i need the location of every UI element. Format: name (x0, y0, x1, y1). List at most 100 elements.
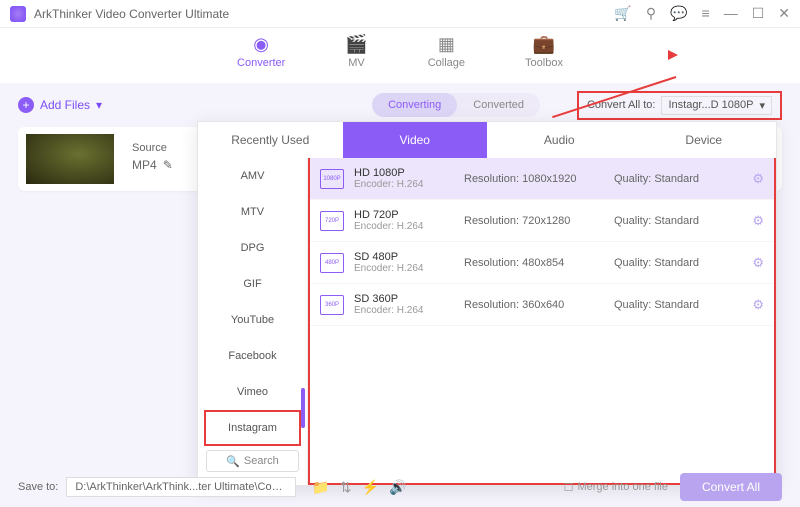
nav-toolbox[interactable]: 💼 Toolbox (525, 34, 563, 83)
sidebar-item-youtube[interactable]: YouTube (204, 302, 301, 338)
app-title: ArkThinker Video Converter Ultimate (34, 7, 229, 21)
add-files-button[interactable]: + Add Files ▾ (18, 97, 102, 113)
format-quality: Quality: Standard (614, 257, 724, 269)
sidebar-item-vimeo[interactable]: Vimeo (204, 374, 301, 410)
toggle-icon[interactable]: ⇅ (340, 479, 352, 496)
format-encoder: Encoder: H.264 (354, 179, 464, 190)
status-tabs: Converting Converted (372, 93, 540, 117)
format-quality: Quality: Standard (614, 299, 724, 311)
tab-video[interactable]: Video (343, 122, 488, 158)
format-encoder: Encoder: H.264 (354, 221, 464, 232)
tab-audio[interactable]: Audio (487, 122, 632, 158)
sidebar-item-mtv[interactable]: MTV (204, 194, 301, 230)
tab-recently-used[interactable]: Recently Used (198, 122, 343, 158)
toolbox-icon: 💼 (533, 34, 555, 55)
gear-icon[interactable]: ⚙ (752, 255, 764, 271)
sidebar-item-gif[interactable]: GIF (204, 266, 301, 302)
format-badge: MP4 (132, 158, 157, 172)
nav-collage[interactable]: ▦ Collage (428, 34, 465, 83)
tab-converted[interactable]: Converted (457, 93, 540, 117)
gear-icon[interactable]: ⚙ (752, 213, 764, 229)
search-icon: 🔍 (226, 455, 240, 468)
resolution-icon: 480P (320, 253, 344, 273)
format-sidebar: AMV MTV DPG GIF YouTube Facebook Vimeo I… (198, 158, 308, 485)
toolbar: + Add Files ▾ Converting Converted Conve… (0, 89, 800, 121)
sidebar-item-amv[interactable]: AMV (204, 158, 301, 194)
save-to-label: Save to: (18, 481, 58, 493)
format-quality: Quality: Standard (614, 173, 724, 185)
format-name: HD 1080P (354, 167, 464, 179)
nav-label: Converter (237, 57, 285, 69)
gear-icon[interactable]: ⚙ (752, 297, 764, 313)
format-row[interactable]: 1080P HD 1080PEncoder: H.264 Resolution:… (310, 158, 774, 200)
resolution-icon: 720P (320, 211, 344, 231)
gear-icon[interactable]: ⚙ (752, 171, 764, 187)
format-resolution: Resolution: 1080x1920 (464, 173, 614, 185)
sound-icon[interactable]: 🔊 (389, 479, 406, 496)
close-icon[interactable]: ✕ (778, 5, 790, 22)
format-resolution: Resolution: 720x1280 (464, 215, 614, 227)
tab-device[interactable]: Device (632, 122, 777, 158)
format-resolution: Resolution: 360x640 (464, 299, 614, 311)
resolution-icon: 1080P (320, 169, 344, 189)
sidebar-item-instagram[interactable]: Instagram (204, 410, 301, 446)
titlebar: ArkThinker Video Converter Ultimate 🛒 ⚲ … (0, 0, 800, 28)
key-icon[interactable]: ⚲ (646, 5, 656, 22)
convert-all-label: Convert All to: (587, 99, 655, 111)
nav-converter[interactable]: ◉ Converter (237, 34, 285, 83)
bottom-tool-icons: 📁 ⇅ ⚡ 🔊 (312, 479, 406, 496)
chevron-down-icon: ▾ (759, 99, 765, 112)
nav-label: Collage (428, 57, 465, 69)
collage-icon: ▦ (438, 34, 455, 55)
main-nav: ◉ Converter 🎬 MV ▦ Collage 💼 Toolbox (0, 28, 800, 83)
feedback-icon[interactable]: 💬 (670, 5, 687, 22)
folder-icon[interactable]: 📁 (312, 479, 329, 496)
format-resolution: Resolution: 480x854 (464, 257, 614, 269)
video-thumbnail (26, 134, 114, 184)
sidebar-item-dpg[interactable]: DPG (204, 230, 301, 266)
format-list: 1080P HD 1080PEncoder: H.264 Resolution:… (308, 158, 776, 485)
search-placeholder: Search (244, 455, 279, 467)
format-dropdown[interactable]: Instagr...D 1080P ▾ (661, 96, 772, 115)
speed-icon[interactable]: ⚡ (362, 479, 379, 496)
menu-icon[interactable]: ≡ (702, 5, 710, 22)
panel-body: AMV MTV DPG GIF YouTube Facebook Vimeo I… (198, 158, 776, 485)
cart-icon[interactable]: 🛒 (614, 5, 631, 22)
edit-icon[interactable]: ✎ (163, 158, 173, 172)
mv-icon: 🎬 (345, 34, 367, 55)
nav-mv[interactable]: 🎬 MV (345, 34, 367, 83)
converter-icon: ◉ (253, 34, 269, 55)
resolution-icon: 360P (320, 295, 344, 315)
chevron-down-icon: ▾ (96, 98, 102, 112)
format-row[interactable]: 720P HD 720PEncoder: H.264 Resolution: 7… (310, 200, 774, 242)
format-name: HD 720P (354, 209, 464, 221)
merge-checkbox[interactable]: ☐ Merge into one file (564, 481, 668, 494)
format-row[interactable]: 360P SD 360PEncoder: H.264 Resolution: 3… (310, 284, 774, 326)
format-encoder: Encoder: H.264 (354, 305, 464, 316)
tab-converting[interactable]: Converting (372, 93, 457, 117)
bottom-bar: Save to: D:\ArkThinker\ArkThink...ter Ul… (0, 467, 800, 507)
convert-all-dropdown[interactable]: Convert All to: Instagr...D 1080P ▾ (577, 91, 782, 120)
convert-all-button[interactable]: Convert All (680, 473, 782, 501)
format-quality: Quality: Standard (614, 215, 724, 227)
nav-label: Toolbox (525, 57, 563, 69)
checkbox-icon: ☐ (564, 481, 574, 494)
format-name: SD 480P (354, 251, 464, 263)
scrollbar[interactable] (301, 388, 305, 428)
format-row[interactable]: 480P SD 480PEncoder: H.264 Resolution: 4… (310, 242, 774, 284)
category-tabs: Recently Used Video Audio Device (198, 122, 776, 158)
minimize-icon[interactable]: — (724, 5, 738, 22)
format-name: SD 360P (354, 293, 464, 305)
maximize-icon[interactable]: ☐ (752, 5, 765, 22)
sidebar-item-facebook[interactable]: Facebook (204, 338, 301, 374)
format-value: Instagr...D 1080P (668, 99, 753, 111)
app-logo-icon (10, 6, 26, 22)
format-encoder: Encoder: H.264 (354, 263, 464, 274)
format-panel: Recently Used Video Audio Device AMV MTV… (197, 121, 777, 486)
nav-label: MV (348, 57, 365, 69)
titlebar-controls: 🛒 ⚲ 💬 ≡ — ☐ ✕ (614, 5, 790, 22)
source-label: Source (132, 142, 173, 154)
file-meta: Source MP4 ✎ (132, 142, 173, 176)
save-path-input[interactable]: D:\ArkThinker\ArkThink...ter Ultimate\Co… (66, 477, 296, 497)
merge-label: Merge into one file (577, 481, 668, 493)
